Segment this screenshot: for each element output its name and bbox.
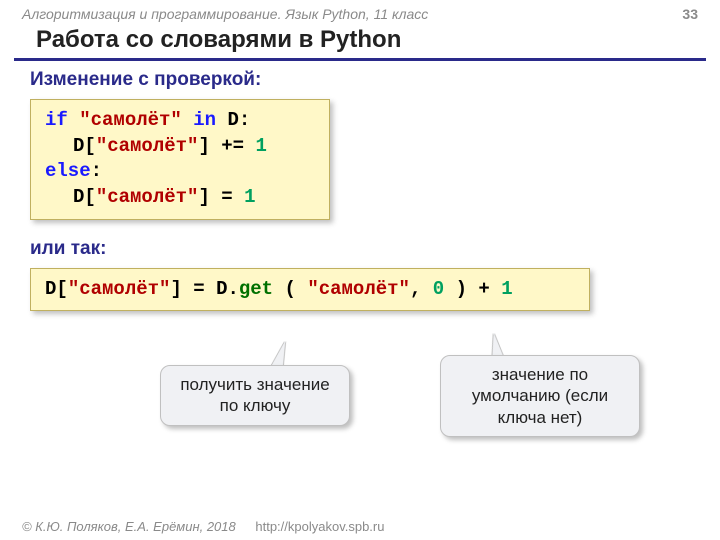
bracket: ] xyxy=(198,186,209,208)
callout-default-value: значение по умолчанию (если ключа нет) xyxy=(440,355,640,437)
bracket: ] xyxy=(198,135,209,157)
code-block-if-else: if "самолёт" in D: D["самолёт"] += 1 els… xyxy=(30,99,330,220)
callouts-area: получить значение по ключу значение по у… xyxy=(30,345,690,465)
string-literal: "самолёт" xyxy=(96,186,199,208)
slide-content: Изменение с проверкой: if "самолёт" in D… xyxy=(0,69,720,465)
comma: , xyxy=(410,278,421,300)
keyword-in: in xyxy=(193,109,216,131)
operator: = xyxy=(193,278,204,300)
code-block-get: D["самолёт"] = D.get ( "самолёт", 0 ) + … xyxy=(30,268,590,312)
bracket: ] xyxy=(170,278,181,300)
page-number: 33 xyxy=(682,6,698,22)
variable: D xyxy=(216,278,227,300)
code-line-get: D["самолёт"] = D.get ( "самолёт", 0 ) + … xyxy=(45,277,575,303)
string-literal: "самолёт" xyxy=(79,109,182,131)
operator: + xyxy=(478,278,489,300)
course-label: Алгоритмизация и программирование. Язык … xyxy=(22,6,428,22)
number-literal: 0 xyxy=(433,278,444,300)
variable: D: xyxy=(227,109,250,131)
variable: D[ xyxy=(73,135,96,157)
function-get: get xyxy=(239,278,273,300)
section-2-label: или так: xyxy=(30,238,690,260)
number-literal: 1 xyxy=(501,278,512,300)
code-line-2: D["самолёт"] += 1 xyxy=(45,134,315,160)
string-literal: "самолёт" xyxy=(307,278,410,300)
slide-footer: © К.Ю. Поляков, Е.А. Ерёмин, 2018 http:/… xyxy=(22,519,384,534)
string-literal: "самолёт" xyxy=(96,135,199,157)
paren: ) xyxy=(456,278,467,300)
slide-title: Работа со словарями в Python xyxy=(14,24,706,61)
footer-url: http://kpolyakov.spb.ru xyxy=(255,519,384,534)
number-literal: 1 xyxy=(244,186,255,208)
callout-pointer-icon xyxy=(271,341,291,367)
keyword-else: else xyxy=(45,160,91,182)
operator: += xyxy=(221,135,244,157)
paren: ( xyxy=(285,278,296,300)
code-line-3: else: xyxy=(45,159,315,185)
variable: D[ xyxy=(73,186,96,208)
slide-header: Алгоритмизация и программирование. Язык … xyxy=(0,0,720,24)
footer-authors: © К.Ю. Поляков, Е.А. Ерёмин, 2018 xyxy=(22,519,236,534)
dot: . xyxy=(227,278,238,300)
string-literal: "самолёт" xyxy=(68,278,171,300)
code-line-1: if "самолёт" in D: xyxy=(45,108,315,134)
section-1-label: Изменение с проверкой: xyxy=(30,69,690,91)
number-literal: 1 xyxy=(255,135,266,157)
operator: = xyxy=(221,186,232,208)
callout-get-by-key: получить значение по ключу xyxy=(160,365,350,426)
colon: : xyxy=(91,160,102,182)
keyword-if: if xyxy=(45,109,68,131)
code-line-4: D["самолёт"] = 1 xyxy=(45,185,315,211)
variable: D[ xyxy=(45,278,68,300)
